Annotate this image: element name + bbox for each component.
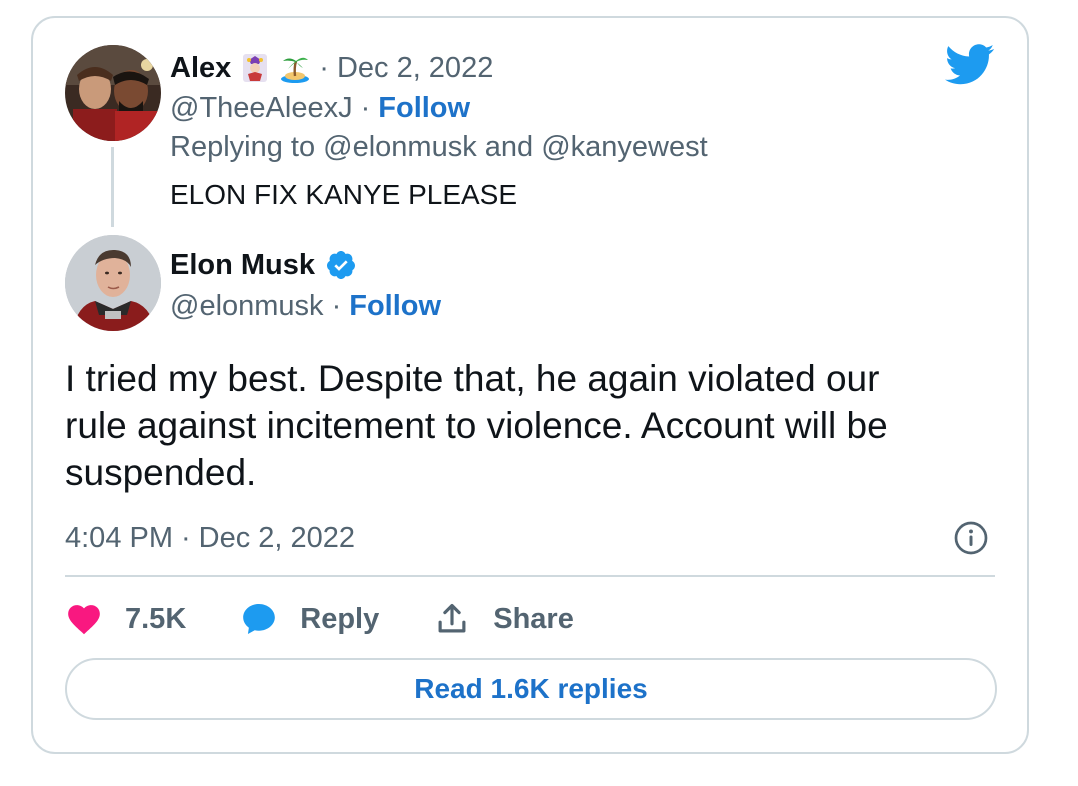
info-icon[interactable] — [953, 520, 989, 556]
mention-link[interactable]: @elonmusk — [323, 131, 477, 164]
tweet-time: 4:04 PM — [65, 521, 173, 554]
follow-elon-button[interactable]: Follow — [349, 290, 441, 323]
verified-badge-icon — [325, 249, 357, 281]
quoted-author-row: Alex · Dec 2, 2022 — [170, 48, 493, 88]
embedded-tweet-card: Alex · Dec 2, 2022 @TheeAleexJ · Follow … — [31, 16, 1029, 754]
replying-to-row: Replying to @elonmusk and @kanyewest — [170, 127, 708, 167]
tweet-actions: 7.5K Reply Share — [65, 597, 628, 641]
thread-connector-line — [111, 147, 114, 227]
reply-button[interactable]: Reply — [240, 600, 379, 638]
heart-icon — [65, 600, 103, 638]
like-count: 7.5K — [125, 602, 187, 635]
follow-alex-button[interactable]: Follow — [378, 92, 470, 125]
reply-label: Reply — [300, 602, 380, 635]
like-button[interactable]: 7.5K — [65, 600, 186, 638]
separator-dot: · — [181, 521, 191, 554]
quoted-author-name[interactable]: Alex — [170, 52, 231, 85]
main-author-row: Elon Musk — [170, 245, 357, 285]
share-button[interactable]: Share — [433, 600, 574, 638]
share-label: Share — [493, 602, 574, 635]
tweet-timestamp[interactable]: 4:04 PM · Dec 2, 2022 — [65, 518, 355, 558]
separator-dot: · — [360, 91, 371, 124]
reply-bubble-icon — [240, 600, 278, 638]
quoted-handle-row: @TheeAleexJ · Follow — [170, 88, 470, 128]
twitter-bird-icon[interactable] — [945, 44, 995, 86]
main-tweet-text: I tried my best. Despite that, he again … — [65, 358, 888, 493]
island-emoji — [279, 52, 311, 84]
elon-avatar[interactable] — [65, 235, 161, 331]
quoted-tweet-text: ELON FIX KANYE PLEASE — [170, 179, 518, 210]
quoted-date[interactable]: Dec 2, 2022 — [337, 52, 493, 85]
quoted-handle[interactable]: @TheeAleexJ — [170, 92, 353, 125]
main-handle[interactable]: @elonmusk — [170, 290, 324, 323]
jester-emoji — [239, 52, 271, 84]
replying-joiner: and — [484, 130, 534, 163]
separator-dot: · — [331, 289, 342, 322]
read-replies-button[interactable]: Read 1.6K replies — [65, 658, 997, 720]
mention-link[interactable]: @kanyewest — [541, 131, 707, 164]
main-author-name[interactable]: Elon Musk — [170, 249, 315, 282]
separator-dot: · — [319, 51, 329, 84]
divider — [65, 575, 995, 577]
replying-prefix: Replying to — [170, 130, 316, 163]
read-replies-label: Read 1.6K replies — [414, 673, 648, 704]
tweet-date: Dec 2, 2022 — [198, 521, 356, 554]
share-icon — [433, 600, 471, 638]
alex-avatar[interactable] — [65, 45, 161, 141]
main-handle-row: @elonmusk · Follow — [170, 286, 441, 326]
